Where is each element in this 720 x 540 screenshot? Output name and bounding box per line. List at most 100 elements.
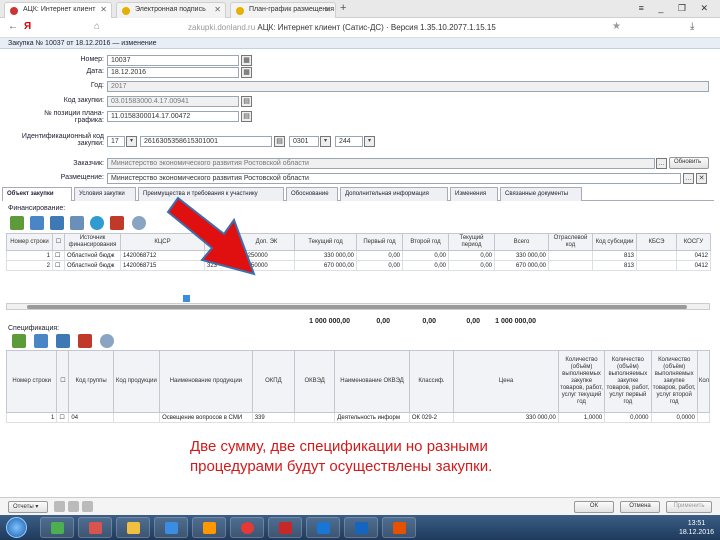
taskbar-app[interactable] xyxy=(306,517,340,538)
home-icon[interactable]: ⌂ xyxy=(94,21,100,32)
taskbar-app[interactable] xyxy=(116,517,150,538)
tab-changes[interactable]: Изменения xyxy=(450,187,498,201)
column-header[interactable]: Второй год xyxy=(402,233,449,251)
column-header[interactable]: КБСЭ xyxy=(636,233,677,251)
windows-start-icon[interactable] xyxy=(6,517,27,538)
settings-icon[interactable] xyxy=(100,334,114,348)
taskbar-app[interactable] xyxy=(40,517,74,538)
taskbar-app[interactable] xyxy=(154,517,188,538)
column-header[interactable]: Отраслевой код xyxy=(548,233,593,251)
ikz-main-field[interactable]: 2616305358615301001 xyxy=(140,136,272,147)
paste-icon[interactable] xyxy=(70,216,84,230)
column-header[interactable]: Текущий год xyxy=(294,233,357,251)
apply-button[interactable]: Применить xyxy=(666,501,712,513)
ikz-part-field[interactable]: 0301 xyxy=(289,136,319,147)
column-header[interactable]: Всего xyxy=(494,233,549,251)
edit-icon[interactable] xyxy=(12,334,26,348)
clear-icon[interactable]: ✕ xyxy=(696,173,707,184)
tab-additional-info[interactable]: Дополнительная информация xyxy=(340,187,448,201)
row-checkbox[interactable]: ☐ xyxy=(52,260,65,271)
chevron-down-icon[interactable]: ▾ xyxy=(126,136,137,147)
download-icon[interactable]: ⤓ xyxy=(690,21,694,32)
close-tab-icon[interactable]: ✕ xyxy=(324,5,331,14)
column-header[interactable]: Код субсидии xyxy=(592,233,637,251)
taskbar-app[interactable] xyxy=(192,517,226,538)
taskbar-app[interactable] xyxy=(268,517,302,538)
new-tab-button[interactable]: + xyxy=(340,2,346,14)
lookup-icon[interactable]: ▤ xyxy=(241,96,252,107)
tab-linked-docs[interactable]: Связанные документы xyxy=(500,187,582,201)
column-header[interactable]: Номер строки xyxy=(6,233,53,251)
row-checkbox[interactable]: ☐ xyxy=(52,250,65,261)
chevron-down-icon[interactable]: ▾ xyxy=(320,136,331,147)
ikz-end-field[interactable]: 244 xyxy=(335,136,363,147)
column-header[interactable]: ОКВЭД xyxy=(294,350,336,413)
ok-button[interactable]: ОК xyxy=(574,501,614,513)
attach-icon[interactable] xyxy=(68,501,79,512)
delete-row-icon[interactable] xyxy=(78,334,92,348)
horizontal-scrollbar[interactable] xyxy=(6,303,710,310)
taskbar-app[interactable] xyxy=(78,517,112,538)
edit-icon[interactable] xyxy=(10,216,24,230)
tab-object[interactable]: Объект закупки xyxy=(2,187,72,201)
delete-row-icon[interactable] xyxy=(110,216,124,230)
column-header[interactable]: Количество (объём) выполняемых закупке т… xyxy=(604,350,652,413)
column-header[interactable]: Номер строки xyxy=(5,350,58,413)
yandex-logo-icon[interactable]: Я xyxy=(24,21,31,32)
select-all-checkbox[interactable]: ☐ xyxy=(56,350,70,413)
row-checkbox[interactable]: ☐ xyxy=(56,412,70,423)
print-icon[interactable] xyxy=(82,501,93,512)
column-header[interactable]: Количество (объём) выполняемых закупке т… xyxy=(650,350,698,413)
refresh-icon[interactable] xyxy=(90,216,104,230)
placer-field[interactable]: Министерство экономического развития Рос… xyxy=(107,173,681,184)
calendar-icon[interactable]: ▦ xyxy=(241,67,252,78)
column-header[interactable]: Цена xyxy=(453,350,559,413)
close-tab-icon[interactable]: ✕ xyxy=(100,5,107,14)
close-tab-icon[interactable]: ✕ xyxy=(214,5,221,14)
tab-justification[interactable]: Обоснование xyxy=(286,187,338,201)
url-field[interactable]: zakupki.donland.ru АЦК: Интернет клиент … xyxy=(188,23,496,32)
reports-button[interactable]: Отчеты ▾ xyxy=(8,501,48,513)
taskbar-app[interactable] xyxy=(382,517,416,538)
browser-tab-signature[interactable]: Электронная подпись ✕ xyxy=(116,2,226,18)
number-field[interactable]: 10037 xyxy=(107,55,239,66)
browser-tab-ack[interactable]: АЦК: Интернет клиент ✕ xyxy=(4,2,112,18)
cancel-button[interactable]: Отмена xyxy=(620,501,660,513)
window-controls[interactable]: ≡ _ ❐ ✕ xyxy=(639,3,714,14)
ikz-year-select[interactable]: 17 xyxy=(107,136,125,147)
clock[interactable]: 13:51 18.12.2016 xyxy=(679,519,714,537)
column-header[interactable]: Наименование продукции xyxy=(159,350,253,413)
select-all-checkbox[interactable]: ☐ xyxy=(52,233,65,251)
scrollbar-thumb[interactable] xyxy=(27,305,687,309)
add-row-icon[interactable] xyxy=(34,334,48,348)
plan-position-field[interactable]: 11.0158300014.17.00472 xyxy=(107,111,239,122)
lookup-icon[interactable]: ▤ xyxy=(241,111,252,122)
back-arrow-icon[interactable]: ← xyxy=(8,21,18,32)
calendar-icon[interactable]: ▦ xyxy=(241,55,252,66)
column-header[interactable]: Источник финансирования xyxy=(64,233,121,251)
settings-icon[interactable] xyxy=(132,216,146,230)
taskbar-app[interactable] xyxy=(230,517,264,538)
column-header[interactable]: Текущий период xyxy=(448,233,495,251)
table-row[interactable]: 2 ☐ Областной бюдж 1420068715 323 822500… xyxy=(6,260,711,271)
column-header[interactable]: Код продукции xyxy=(112,350,161,413)
lookup-icon[interactable]: … xyxy=(683,173,694,184)
tab-conditions[interactable]: Условия закупки xyxy=(74,187,136,201)
column-header[interactable]: ОКПД xyxy=(251,350,296,413)
column-header[interactable]: Классиф. xyxy=(408,350,455,413)
taskbar-app[interactable] xyxy=(344,517,378,538)
lookup-icon[interactable]: … xyxy=(656,158,667,169)
date-field[interactable]: 18.12.2016 xyxy=(107,67,239,78)
copy-row-icon[interactable] xyxy=(56,334,70,348)
column-header[interactable]: Код группы xyxy=(68,350,114,413)
column-header[interactable]: Первый год xyxy=(356,233,403,251)
table-row[interactable]: 1 ☐ Областной бюдж 1420068712 323 822500… xyxy=(6,250,711,261)
lookup-icon[interactable]: ▤ xyxy=(274,136,285,147)
add-row-icon[interactable] xyxy=(30,216,44,230)
copy-row-icon[interactable] xyxy=(50,216,64,230)
column-header[interactable]: Наименование ОКВЭД xyxy=(334,350,410,413)
column-header[interactable]: Кол xyxy=(696,350,711,413)
update-button[interactable]: Обновить xyxy=(669,157,709,169)
chevron-down-icon[interactable]: ▾ xyxy=(364,136,375,147)
expand-icon[interactable] xyxy=(183,295,190,302)
